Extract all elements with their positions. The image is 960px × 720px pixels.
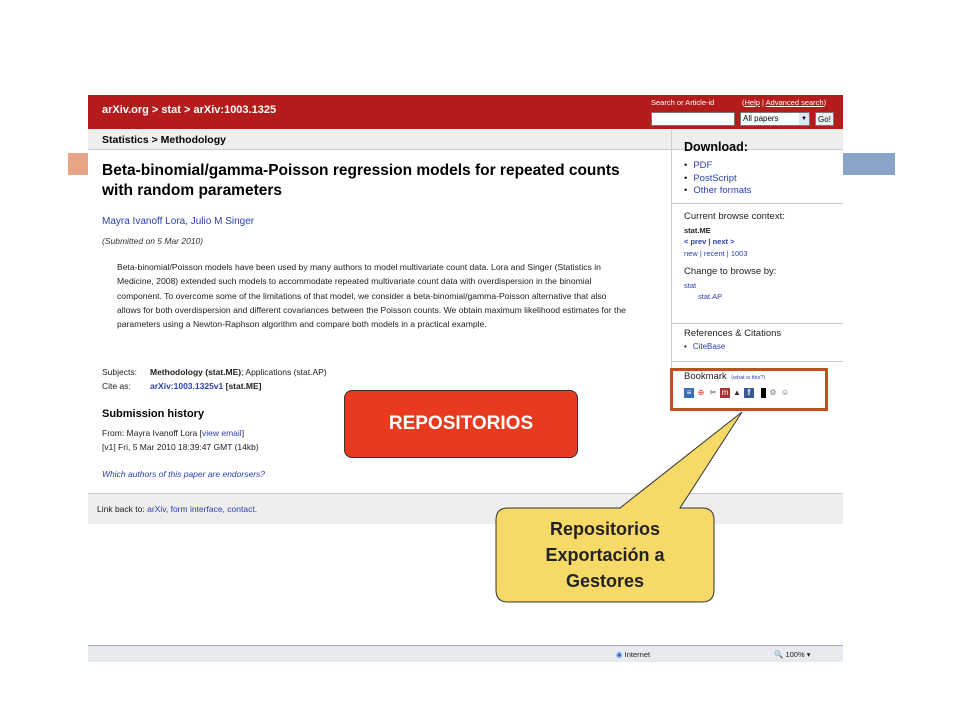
callout-line-2: Exportación a — [545, 545, 665, 565]
callout-bubble — [495, 411, 743, 603]
callout-line-1: Repositorios — [549, 519, 660, 539]
callout-text: Repositorios Exportación a Gestores — [496, 508, 714, 602]
callout-line-3: Gestores — [565, 571, 645, 591]
